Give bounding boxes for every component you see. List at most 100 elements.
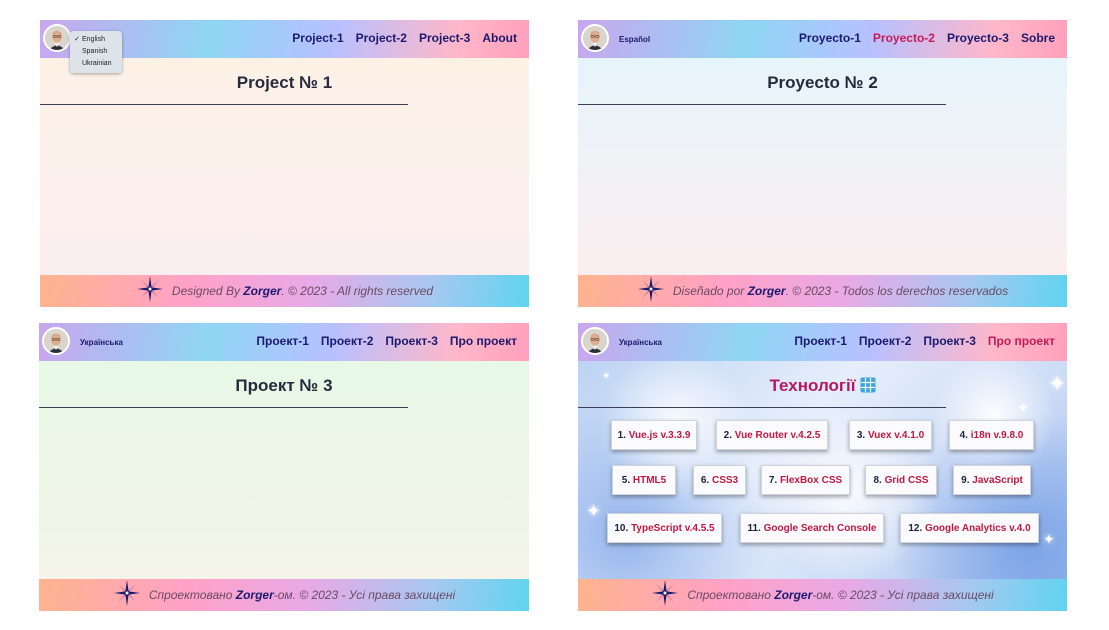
nav-project-2[interactable]: Project-2	[356, 31, 407, 45]
nav-project-3[interactable]: Проект-3	[923, 334, 976, 348]
title-divider	[40, 104, 408, 105]
footer-text: Designed By Zorger. © 2023 - All rights …	[172, 284, 433, 298]
language-option-ukrainian[interactable]: Ukrainian	[70, 58, 122, 70]
footer: Diseñado por Zorger. © 2023 - Todos los …	[578, 275, 1067, 307]
tech-number: 10.	[614, 523, 629, 534]
tech-number: 1.	[617, 430, 626, 441]
tech-name: Google Analytics v.4.0	[925, 523, 1031, 534]
tech-item[interactable]: 5. HTML5	[612, 465, 676, 495]
tech-item[interactable]: 2. Vue Router v.4.2.5	[716, 420, 828, 450]
nav-about[interactable]: Про проект	[988, 334, 1055, 348]
avatar[interactable]	[581, 327, 609, 355]
header: Українська Проект-1 Проект-2 Проект-3 Пр…	[578, 323, 1067, 361]
nav-project-3[interactable]: Проект-3	[385, 334, 438, 348]
footer-after: . © 2023 - Todos los derechos reservados	[785, 284, 1009, 298]
tech-number: 5.	[621, 475, 631, 486]
avatar[interactable]	[42, 327, 70, 355]
footer: Спроектовано Zorger-ом. © 2023 - Усі пра…	[578, 579, 1067, 611]
tech-item[interactable]: 7. FlexBox CSS	[761, 465, 850, 495]
language-selector[interactable]: Español	[619, 35, 650, 44]
page-title: Proyecto № 2	[767, 73, 878, 92]
footer-before: Diseñado por	[672, 284, 748, 298]
nav-project-1[interactable]: Проект-1	[794, 334, 847, 348]
footer-before: Спроектовано	[687, 588, 775, 602]
nav-menu: Проект-1 Проект-2 Проект-3 Про проект	[794, 334, 1055, 348]
compass-icon	[113, 579, 141, 612]
nav-project-1[interactable]: Proyecto-1	[799, 31, 861, 45]
compass-icon	[136, 275, 164, 308]
footer: Спроектовано Zorger-ом. © 2023 - Усі пра…	[39, 579, 529, 611]
tech-name: TypeScript v.4.5.5	[631, 523, 715, 534]
option-label: Spanish	[82, 48, 108, 55]
language-selector[interactable]: Українська	[619, 338, 662, 347]
main-content: Proyecto № 2	[578, 58, 1067, 275]
title-divider	[39, 407, 408, 408]
tech-item[interactable]: 8. Grid CSS	[865, 465, 937, 495]
footer-author[interactable]: Zorger	[243, 284, 281, 298]
option-label: Ukrainian	[82, 60, 112, 67]
option-label: English	[82, 36, 105, 43]
page-title: Project № 1	[236, 73, 333, 92]
footer-after: . © 2023 - All rights reserved	[281, 284, 434, 298]
nav-about[interactable]: About	[482, 31, 517, 45]
nav-project-1[interactable]: Проект-1	[256, 334, 309, 348]
footer-author[interactable]: Zorger	[748, 284, 786, 298]
panel-spanish: Proyecto № 2 Español Proyecto-1 Proyecto…	[578, 20, 1067, 307]
tech-name: HTML5	[632, 475, 667, 486]
tech-number: 2.	[723, 430, 732, 441]
language-option-spanish[interactable]: Spanish	[70, 46, 122, 58]
tech-number: 8.	[873, 475, 882, 486]
page-title: Технології	[578, 376, 1067, 396]
tech-item[interactable]: 10. TypeScript v.4.5.5	[607, 513, 722, 543]
panel-english: Project № 1 Project-1 Project-2 Project-…	[40, 20, 529, 307]
nav-project-2[interactable]: Proyecto-2	[873, 31, 935, 45]
sparkle-icon: ✦	[1018, 401, 1029, 415]
sparkle-icon: ✦	[586, 501, 602, 521]
title-divider	[578, 407, 946, 408]
compass-icon	[637, 275, 665, 308]
language-option-english[interactable]: ✓ English	[70, 34, 122, 46]
tech-item[interactable]: 6. CSS3	[693, 465, 746, 495]
tech-item[interactable]: 3. Vuex v.4.1.0	[849, 420, 932, 450]
footer-text: Спроектовано Zorger-ом. © 2023 - Усі пра…	[149, 588, 455, 602]
panel-ukrainian: Проект № 3 Українська Проект-1 Проект-2 …	[39, 323, 529, 611]
language-dropdown-menu: ✓ English Spanish Ukrainian	[70, 31, 122, 73]
tech-number: 9.	[961, 475, 970, 486]
tech-item[interactable]: 9. JavaScript	[953, 465, 1031, 495]
nav-about[interactable]: Про проект	[450, 334, 517, 348]
footer-author[interactable]: Zorger	[774, 588, 812, 602]
nav-menu: Project-1 Project-2 Project-3 About	[292, 31, 517, 45]
nav-about[interactable]: Sobre	[1021, 31, 1055, 45]
avatar[interactable]	[581, 24, 609, 52]
page-title: Проект № 3	[235, 376, 333, 395]
nav-project-1[interactable]: Project-1	[292, 31, 343, 45]
tech-number: 11.	[747, 523, 761, 534]
nav-project-2[interactable]: Проект-2	[859, 334, 912, 348]
panel-technologies: ✦ ✦ ✦ ✦ ✦ Технології 1. Vue.js v.3.3.9 2…	[578, 323, 1067, 611]
header: Español Proyecto-1 Proyecto-2 Proyecto-3…	[578, 20, 1067, 58]
tech-item[interactable]: 11. Google Search Console	[740, 513, 884, 543]
tech-item[interactable]: 4. i18n v.9.8.0	[949, 420, 1034, 450]
footer: Designed By Zorger. © 2023 - All rights …	[40, 275, 529, 307]
nav-project-3[interactable]: Project-3	[419, 31, 470, 45]
tech-name: CSS3	[712, 475, 739, 486]
nav-menu: Проект-1 Проект-2 Проект-3 Про проект	[256, 334, 517, 348]
tech-item[interactable]: 1. Vue.js v.3.3.9	[611, 420, 697, 450]
tech-number: 7.	[768, 475, 778, 486]
avatar[interactable]	[43, 24, 71, 52]
tech-number: 6.	[700, 475, 710, 486]
language-selector[interactable]: Українська	[80, 338, 123, 347]
footer-text: Спроектовано Zorger-ом. © 2023 - Усі пра…	[687, 588, 993, 602]
main-content: Проект № 3	[39, 361, 529, 579]
footer-author[interactable]: Zorger	[236, 588, 274, 602]
tech-name: i18n v.9.8.0	[970, 430, 1024, 441]
nav-menu: Proyecto-1 Proyecto-2 Proyecto-3 Sobre	[799, 31, 1055, 45]
footer-before: Спроектовано	[148, 588, 236, 602]
title-divider	[578, 104, 946, 105]
tech-item[interactable]: 12. Google Analytics v.4.0	[900, 513, 1039, 543]
tech-name: Vue Router v.4.2.5	[734, 430, 821, 441]
nav-project-2[interactable]: Проект-2	[321, 334, 374, 348]
main-content: ✦ ✦ ✦ ✦ ✦ Технології 1. Vue.js v.3.3.9 2…	[578, 361, 1067, 579]
nav-project-3[interactable]: Proyecto-3	[947, 31, 1009, 45]
tech-number: 4.	[959, 430, 968, 441]
